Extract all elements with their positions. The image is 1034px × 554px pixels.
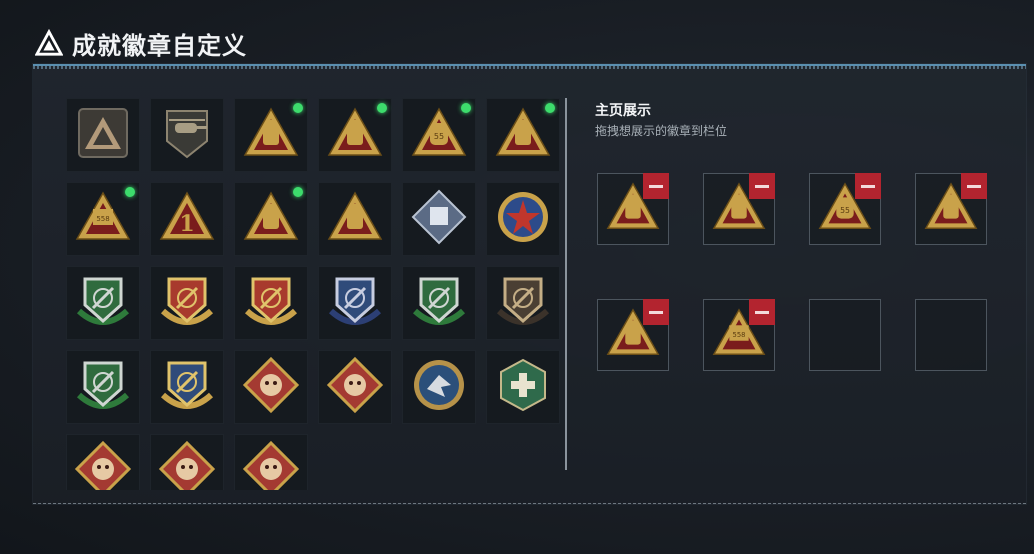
blue-round-eagle-badge-icon (409, 355, 469, 420)
badge-cell[interactable]: 1 (150, 182, 224, 256)
helicopter-badge-icon (157, 103, 217, 168)
green-hexagon-medic-badge-icon (493, 355, 553, 420)
golden-triangle-supply-badge-icon (493, 103, 553, 168)
red-star-round-badge-icon (493, 187, 553, 252)
badge-cell[interactable]: 55 (402, 98, 476, 172)
page-title: 成就徽章自定义 (72, 32, 247, 60)
empty-showcase-slot[interactable] (809, 299, 881, 371)
badge-cell[interactable] (66, 266, 140, 340)
badge-cell[interactable] (150, 434, 224, 490)
badge-cell[interactable] (66, 434, 140, 490)
badge-cell[interactable] (150, 98, 224, 172)
golden-triangle-backpack-badge-icon (241, 187, 301, 252)
frame-top-border (33, 66, 1026, 69)
new-indicator-dot (545, 103, 555, 113)
gray-triangle-badge-icon (73, 103, 133, 168)
badge-cell[interactable] (402, 266, 476, 340)
badge-cell[interactable] (66, 98, 140, 172)
new-indicator-dot (293, 187, 303, 197)
badge-cell[interactable] (402, 350, 476, 424)
remove-minus-icon[interactable] (749, 173, 775, 199)
remove-minus-icon[interactable] (643, 173, 669, 199)
blue-crosshair-shield-badge-icon (325, 271, 385, 336)
remove-minus-icon[interactable] (749, 299, 775, 325)
badge-customize-panel: 55 558 1 主页展示 拖拽想展示的徽章到栏位 55 558 (33, 64, 1026, 504)
badge-cell[interactable] (234, 434, 308, 490)
golden-triangle-wolf-badge-icon (325, 187, 385, 252)
svg-text:558: 558 (96, 215, 109, 223)
triangle-emblem-icon (34, 28, 64, 58)
svg-text:55: 55 (434, 132, 444, 141)
silver-diamond-cube-badge-icon (409, 187, 469, 252)
bronze-rifle-shield-badge-icon (493, 271, 553, 336)
svg-text:55: 55 (840, 205, 850, 214)
badge-cell[interactable] (318, 350, 392, 424)
svg-text:1: 1 (179, 211, 194, 237)
red-gold-shield-badge-2-icon (241, 271, 301, 336)
showcase-slot[interactable] (597, 299, 669, 371)
new-indicator-dot (461, 103, 471, 113)
remove-minus-icon[interactable] (961, 173, 987, 199)
showcase-title: 主页展示 (595, 102, 651, 118)
badge-cell[interactable] (150, 266, 224, 340)
red-diamond-dragon-badge-icon (73, 439, 133, 490)
green-crosshair-shield-badge-icon (409, 271, 469, 336)
badge-cell[interactable] (486, 266, 560, 340)
badge-cell[interactable] (234, 98, 308, 172)
svg-text:558: 558 (733, 330, 746, 338)
showcase-slot[interactable] (703, 173, 775, 245)
badge-cell[interactable] (234, 350, 308, 424)
gold-crosshair-shield-badge-icon (157, 355, 217, 420)
golden-triangle-number-one-badge-icon: 1 (157, 187, 217, 252)
golden-triangle-558-badge-icon: 558 (73, 187, 133, 252)
badge-cell[interactable] (318, 98, 392, 172)
badge-cell[interactable] (66, 350, 140, 424)
badge-cell[interactable] (486, 98, 560, 172)
red-diamond-dragon-badge-2-icon (157, 439, 217, 490)
red-diamond-wolf-badge-2-icon (325, 355, 385, 420)
showcase-subtitle: 拖拽想展示的徽章到栏位 (595, 124, 728, 138)
badge-cell[interactable] (486, 182, 560, 256)
badge-cell[interactable] (234, 182, 308, 256)
golden-triangle-helmet-badge-icon (241, 103, 301, 168)
new-indicator-dot (293, 103, 303, 113)
red-diamond-fist-badge-icon (241, 439, 301, 490)
header: 成就徽章自定义 (34, 26, 247, 60)
badge-cell[interactable] (234, 266, 308, 340)
empty-showcase-slot[interactable] (915, 299, 987, 371)
badge-cell[interactable]: 558 (66, 182, 140, 256)
panel-divider (565, 98, 567, 470)
showcase-slot[interactable] (597, 173, 669, 245)
red-diamond-wolf-badge-icon (241, 355, 301, 420)
new-indicator-dot (125, 187, 135, 197)
golden-triangle-crate-badge-icon (325, 103, 385, 168)
new-indicator-dot (377, 103, 387, 113)
golden-triangle-bag-55-badge-icon: 55 (409, 103, 469, 168)
showcase-slot[interactable]: 55 (809, 173, 881, 245)
badge-cell[interactable] (318, 266, 392, 340)
showcase-slot[interactable] (915, 173, 987, 245)
badge-grid[interactable]: 55 558 1 (66, 98, 562, 490)
remove-minus-icon[interactable] (643, 299, 669, 325)
showcase-slot[interactable]: 558 (703, 299, 775, 371)
red-gold-shield-badge-icon (157, 271, 217, 336)
badge-cell[interactable] (402, 182, 476, 256)
badge-cell[interactable] (486, 350, 560, 424)
green-shield-badge-icon (73, 271, 133, 336)
badge-cell[interactable] (150, 350, 224, 424)
remove-minus-icon[interactable] (855, 173, 881, 199)
green-crosshair-wreath-badge-icon (73, 355, 133, 420)
badge-cell[interactable] (318, 182, 392, 256)
